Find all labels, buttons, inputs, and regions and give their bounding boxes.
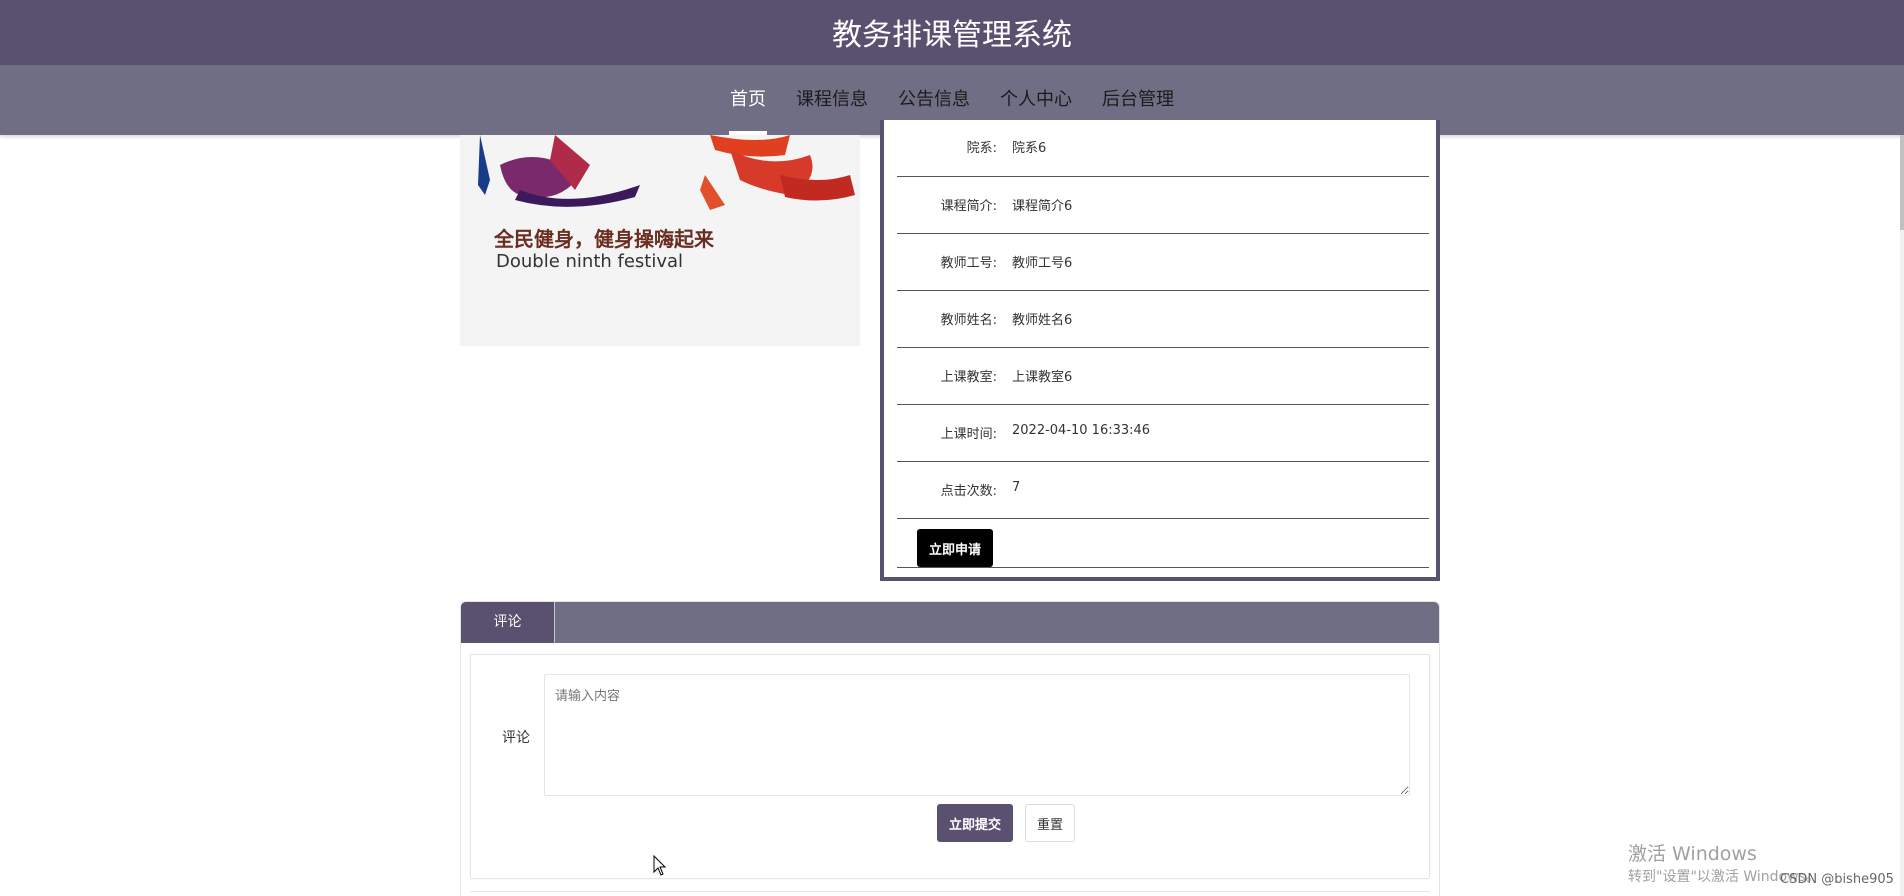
scrollbar-thumb[interactable] [1900,135,1904,230]
activate-windows-title: 激活 Windows [1628,843,1757,865]
reset-button[interactable]: 重置 [1025,804,1075,842]
detail-row-classroom: 上课教室: 上课教室6 [897,348,1429,405]
comment-section: 评论 评论 立即提交 重置 [460,601,1440,896]
detail-row-teacher-name: 教师姓名: 教师姓名6 [897,291,1429,348]
submit-comment-button[interactable]: 立即提交 [937,804,1013,842]
top-title-bar: 教务排课管理系统 [0,0,1904,65]
poster-slogan: 全民健身，健身操嗨起来 [494,227,714,251]
site-title: 教务排课管理系统 [832,18,1072,53]
detail-label: 点击次数: [940,484,997,499]
detail-value: 教师工号6 [1012,256,1073,271]
apply-now-button[interactable]: 立即申请 [917,529,993,567]
detail-row-click-count: 点击次数: 7 [897,462,1429,519]
detail-value: 7 [1012,480,1021,495]
scrollbar-track[interactable] [1900,135,1904,896]
detail-row-class-time: 上课时间: 2022-04-10 16:33:46 [897,405,1429,462]
tab-comments[interactable]: 评论 [461,602,555,643]
detail-row-department: 院系: 院系6 [897,120,1429,177]
course-poster-image: 全民健身，健身操嗨起来 Double ninth festival [460,135,860,346]
detail-row-course-intro: 课程简介: 课程简介6 [897,177,1429,234]
mouse-pointer-icon [653,855,667,876]
detail-label: 教师工号: [940,256,997,271]
detail-value: 院系6 [1012,141,1047,156]
detail-label: 上课教室: [940,370,997,385]
detail-value: 课程简介6 [1012,199,1073,214]
detail-label: 上课时间: [940,427,997,442]
course-detail-panel: 院系: 院系6 课程简介: 课程简介6 教师工号: 教师工号6 教师姓名: 教师… [880,120,1440,581]
detail-value: 2022-04-10 16:33:46 [1012,423,1151,438]
poster-subtitle: Double ninth festival [496,251,684,272]
detail-label: 课程简介: [940,199,997,214]
csdn-credit: CSDN @bishe905 [1780,872,1894,887]
poster-calligraphy-art [478,135,855,210]
comment-tab-bar: 评论 [461,602,1439,643]
detail-label: 院系: [966,141,997,156]
comment-field-label: 评论 [502,730,530,746]
detail-label: 教师姓名: [940,313,997,328]
detail-row-teacher-id: 教师工号: 教师工号6 [897,234,1429,291]
detail-value: 上课教室6 [1012,370,1073,385]
detail-value: 教师姓名6 [1012,313,1073,328]
nav-item-home[interactable]: 首页 [715,65,781,136]
comment-list-divider [470,891,1430,892]
nav-item-course-info[interactable]: 课程信息 [781,65,883,135]
comment-form: 评论 立即提交 重置 [470,654,1430,879]
comment-input[interactable] [544,674,1410,796]
apply-row: 立即申请 [897,521,1429,568]
